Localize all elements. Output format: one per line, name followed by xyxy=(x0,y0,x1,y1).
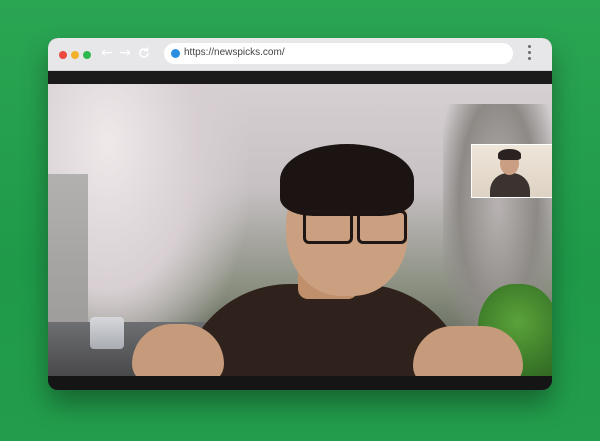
video-car xyxy=(90,317,124,349)
arrow-right-icon[interactable]: → xyxy=(117,44,133,62)
arrow-left-icon[interactable]: ← xyxy=(99,44,115,62)
browser-window: ← → https://newspicks.com/ ★ xyxy=(48,38,552,390)
maximize-window-button[interactable] xyxy=(83,51,91,59)
close-window-button[interactable] xyxy=(59,51,67,59)
kebab-menu-icon[interactable] xyxy=(528,45,532,63)
browser-toolbar: ← → https://newspicks.com/ ★ xyxy=(48,38,552,71)
reload-icon[interactable] xyxy=(136,44,152,62)
video-building xyxy=(48,174,88,344)
address-bar-url[interactable]: https://newspicks.com/ xyxy=(184,47,285,58)
pip-person-body xyxy=(490,173,530,197)
speaker-hair xyxy=(280,144,414,216)
glasses-icon xyxy=(303,210,353,244)
picture-in-picture[interactable] xyxy=(471,144,552,198)
globe-icon xyxy=(171,49,180,58)
glasses-icon xyxy=(357,210,407,244)
speaker-right-hand xyxy=(413,326,523,376)
pip-person-hair xyxy=(498,149,521,160)
video-feed xyxy=(48,84,552,376)
address-bar[interactable]: https://newspicks.com/ ★ xyxy=(164,43,513,64)
minimize-window-button[interactable] xyxy=(71,51,79,59)
video-bottom-bar xyxy=(48,376,552,390)
